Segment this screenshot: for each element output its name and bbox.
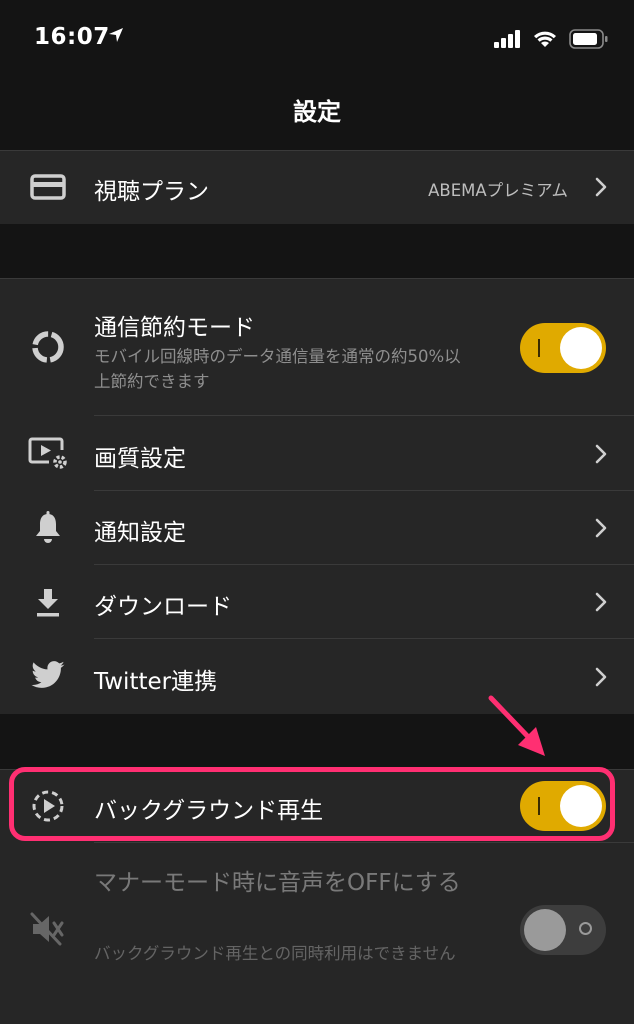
circle-spinner-icon xyxy=(26,325,70,369)
toggle-knob xyxy=(560,327,602,369)
download-label: ダウンロード xyxy=(94,594,232,620)
battery-icon xyxy=(569,29,608,49)
plan-section: 視聴プラン ABEMAプレミアム xyxy=(0,150,634,224)
chevron-right-icon xyxy=(595,667,607,687)
chevron-right-icon xyxy=(595,177,607,197)
data-saver-description: モバイル回線時のデータ通信量を通常の約50%以上節約できます xyxy=(94,347,461,391)
credit-card-icon xyxy=(26,165,70,209)
twitter-bird-icon xyxy=(26,654,70,698)
location-arrow-icon xyxy=(109,28,123,42)
cellular-signal-icon xyxy=(494,30,520,48)
row-viewing-plan[interactable]: 視聴プラン ABEMAプレミアム xyxy=(0,150,634,224)
bell-icon xyxy=(26,506,70,550)
chevron-right-icon xyxy=(595,518,607,538)
viewing-plan-value: ABEMAプレミアム xyxy=(428,181,568,200)
video-quality-label: 画質設定 xyxy=(94,446,186,472)
manner-mode-description: バックグラウンド再生との同時利用はできません xyxy=(94,944,456,963)
chevron-right-icon xyxy=(595,592,607,612)
chevron-right-icon xyxy=(595,444,607,464)
twitter-label: Twitter連携 xyxy=(94,669,218,695)
wifi-icon xyxy=(534,31,556,47)
data-saver-toggle[interactable] xyxy=(520,323,606,373)
pointer-arrow-icon xyxy=(488,695,545,756)
general-settings-section: 通信節約モード モバイル回線時のデータ通信量を通常の約50%以上節約できます 画… xyxy=(0,278,634,714)
highlight-box xyxy=(9,767,615,841)
viewing-plan-label: 視聴プラン xyxy=(94,179,209,205)
manner-mode-toggle[interactable] xyxy=(520,905,606,955)
video-settings-icon xyxy=(26,431,70,475)
status-bar: 16:07 xyxy=(0,0,634,78)
download-icon xyxy=(26,580,70,624)
row-notification[interactable]: 通知設定 xyxy=(0,491,634,565)
row-data-saver: 通信節約モード モバイル回線時のデータ通信量を通常の約50%以上節約できます xyxy=(0,278,634,416)
row-download[interactable]: ダウンロード xyxy=(0,565,634,639)
notification-label: 通知設定 xyxy=(94,520,186,546)
mute-icon xyxy=(26,907,70,951)
page-title: 設定 xyxy=(293,98,341,126)
status-time: 16:07 xyxy=(34,24,110,50)
toggle-knob xyxy=(524,909,566,951)
data-saver-label: 通信節約モード xyxy=(94,315,255,341)
manner-mode-label: マナーモード時に音声をOFFにする xyxy=(94,870,461,896)
row-manner-mode: マナーモード時に音声をOFFにする バックグラウンド再生との同時利用はできません xyxy=(0,843,634,1024)
row-video-quality[interactable]: 画質設定 xyxy=(0,416,634,491)
